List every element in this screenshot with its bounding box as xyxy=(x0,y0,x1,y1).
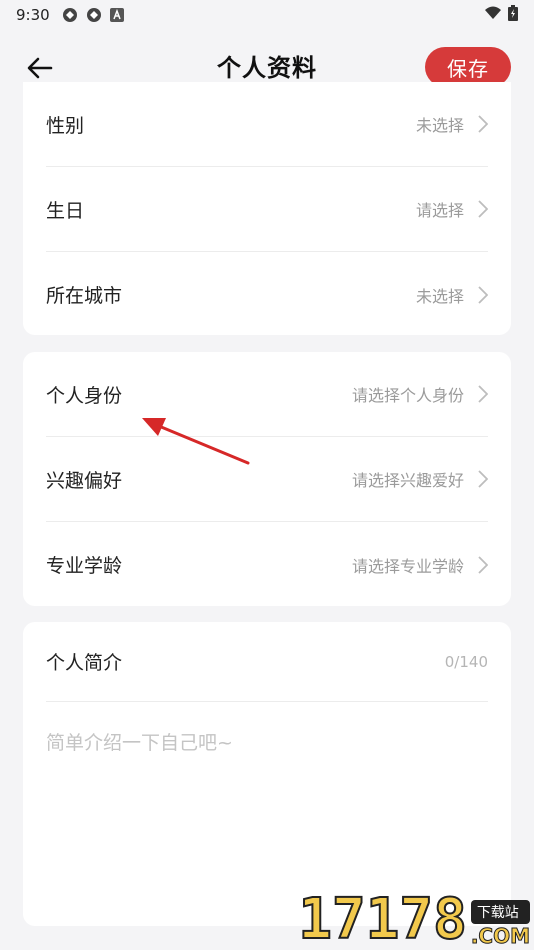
city-row[interactable]: 所在城市 未选择 xyxy=(46,252,488,337)
chevron-right-icon xyxy=(478,555,488,574)
intro-card: 个人简介 0/140 简单介绍一下自己吧~ xyxy=(23,622,511,926)
chevron-right-icon xyxy=(478,115,488,133)
status-bar: 9:30 xyxy=(0,0,534,30)
status-time: 9:30 xyxy=(16,6,50,24)
battery-icon xyxy=(508,5,518,25)
a-notification-icon xyxy=(109,8,124,22)
profile-info-card: 个人身份 请选择个人身份 兴趣偏好 请选择兴趣爱好 专业学龄 请选择专业学龄 xyxy=(23,352,511,606)
interests-row[interactable]: 兴趣偏好 请选择兴趣爱好 xyxy=(46,437,488,522)
wifi-icon xyxy=(484,6,502,24)
watermark-number: 17178 xyxy=(297,887,468,950)
app-notification-icon xyxy=(62,7,78,23)
gender-row[interactable]: 性别 未选择 xyxy=(46,82,488,167)
intro-header: 个人简介 0/140 xyxy=(46,622,488,702)
watermark-tag: 下载站 xyxy=(470,900,530,924)
save-button[interactable]: 保存 xyxy=(425,47,511,87)
watermark-suffix: .COM xyxy=(470,924,530,949)
watermark-logo: 17178 下载站 .COM xyxy=(297,887,530,950)
row-label: 专业学龄 xyxy=(46,555,123,577)
birthday-row[interactable]: 生日 请选择 xyxy=(46,167,488,252)
intro-label: 个人简介 xyxy=(46,652,123,674)
row-value: 请选择兴趣爱好 xyxy=(351,471,464,490)
row-value: 未选择 xyxy=(415,116,464,135)
chevron-right-icon xyxy=(478,200,488,218)
chevron-right-icon xyxy=(478,285,488,304)
row-label: 所在城市 xyxy=(46,285,123,307)
row-label: 兴趣偏好 xyxy=(46,469,123,492)
annotation-arrow-icon xyxy=(142,418,250,465)
row-label: 生日 xyxy=(46,199,85,222)
row-value: 未选择 xyxy=(415,286,464,306)
experience-row[interactable]: 专业学龄 请选择专业学龄 xyxy=(46,522,488,607)
row-value: 请选择专业学龄 xyxy=(351,556,464,576)
app-notification-icon xyxy=(86,7,102,23)
chevron-right-icon xyxy=(478,385,488,403)
intro-char-count: 0/140 xyxy=(444,652,488,671)
row-value: 请选择 xyxy=(415,201,464,220)
identity-row[interactable]: 个人身份 请选择个人身份 xyxy=(46,352,488,437)
basic-info-card: 性别 未选择 生日 请选择 所在城市 未选择 xyxy=(23,82,511,335)
row-label: 个人身份 xyxy=(46,384,123,407)
row-label: 性别 xyxy=(46,114,85,137)
intro-textarea[interactable]: 简单介绍一下自己吧~ xyxy=(46,728,488,755)
chevron-right-icon xyxy=(478,470,488,488)
row-value: 请选择个人身份 xyxy=(351,386,464,405)
